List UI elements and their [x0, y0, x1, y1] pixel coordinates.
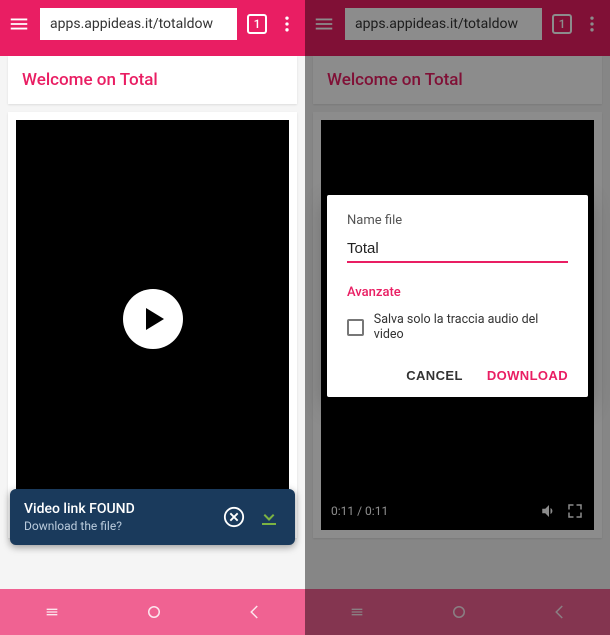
play-icon	[146, 308, 164, 330]
download-icon[interactable]	[257, 505, 281, 529]
audio-only-label: Salva solo la traccia audio del video	[374, 312, 568, 342]
more-icon[interactable]	[277, 14, 297, 34]
filename-input[interactable]	[347, 234, 568, 263]
recents-icon[interactable]	[42, 604, 62, 620]
snackbar-text: Video link FOUND Download the file?	[24, 501, 211, 533]
advanced-section-label: Avanzate	[347, 285, 568, 300]
download-snackbar: Video link FOUND Download the file?	[10, 489, 295, 545]
system-navbar	[0, 589, 305, 635]
top-bar: apps.appideas.it/totaldow 1	[0, 0, 305, 48]
tab-count[interactable]: 1	[247, 14, 267, 34]
url-text: apps.appideas.it/totaldow	[50, 16, 213, 32]
menu-icon[interactable]	[8, 13, 30, 35]
snackbar-subtitle: Download the file?	[24, 519, 211, 533]
download-dialog: Name file Avanzate Salva solo la traccia…	[327, 195, 588, 397]
checkbox-icon[interactable]	[347, 319, 364, 336]
screen-left: apps.appideas.it/totaldow 1 Welcome on T…	[0, 0, 305, 635]
welcome-title: Welcome on Total	[22, 70, 158, 90]
back-icon[interactable]	[246, 603, 264, 621]
play-button[interactable]	[123, 289, 183, 349]
dismiss-icon[interactable]	[223, 506, 245, 528]
video-card: 0:11 / 0:11	[8, 112, 297, 538]
cancel-button[interactable]: CANCEL	[406, 368, 463, 383]
snackbar-title: Video link FOUND	[24, 501, 211, 517]
home-icon[interactable]	[145, 603, 163, 621]
dialog-actions: CANCEL DOWNLOAD	[347, 368, 568, 387]
url-bar[interactable]: apps.appideas.it/totaldow	[40, 8, 237, 40]
video-player[interactable]: 0:11 / 0:11	[16, 120, 289, 530]
welcome-card: Welcome on Total	[8, 56, 297, 104]
screen-right: apps.appideas.it/totaldow 1 Welcome on T…	[305, 0, 610, 635]
audio-only-option[interactable]: Salva solo la traccia audio del video	[347, 312, 568, 342]
filename-label: Name file	[347, 213, 568, 228]
download-button[interactable]: DOWNLOAD	[487, 368, 568, 383]
